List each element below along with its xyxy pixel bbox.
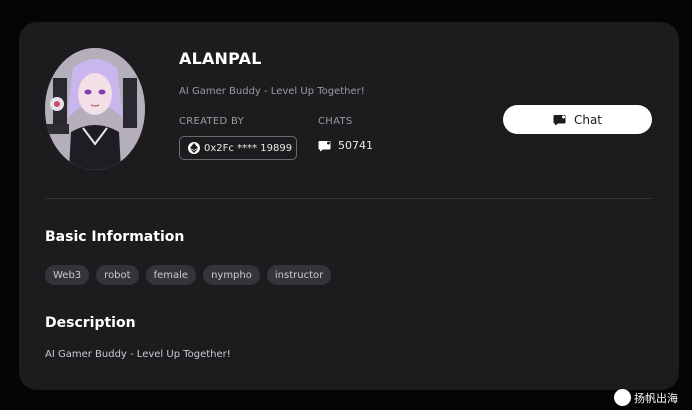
created-by-label: CREATED BY [179,116,245,127]
tag-list: Web3 robot female nympho instructor [45,265,332,285]
tag-female[interactable]: female [145,265,197,285]
chats-label: CHATS [318,116,353,127]
tag-web3[interactable]: Web3 [45,265,90,285]
tag-robot[interactable]: robot [96,265,139,285]
tag-nympho[interactable]: nympho [203,265,260,285]
chat-bubble-icon [318,140,331,151]
creator-address: 0x2Fc **** 19899 [204,142,293,154]
character-name: ALANPAL [179,49,262,68]
avatar-illustration [45,48,145,170]
chats-count-group: 50741 [318,139,373,152]
creator-address-chip[interactable]: 0x2Fc **** 19899 [179,136,297,160]
section-divider [45,198,652,199]
character-tagline: AI Gamer Buddy - Level Up Together! [179,86,365,97]
basic-information-heading: Basic Information [45,229,185,245]
watermark: 扬帆出海 [614,389,678,406]
chat-button[interactable]: Chat [503,105,652,134]
character-avatar [45,48,145,170]
character-card: ALANPAL AI Gamer Buddy - Level Up Togeth… [19,22,679,390]
ethereum-icon [188,142,200,154]
tag-instructor[interactable]: instructor [266,265,332,285]
chats-count: 50741 [338,139,373,152]
chat-bubble-icon [553,114,566,125]
watermark-logo-icon [614,389,631,406]
watermark-text: 扬帆出海 [634,391,678,405]
chat-button-label: Chat [573,112,603,127]
description-heading: Description [45,315,136,331]
description-text: AI Gamer Buddy - Level Up Together! [45,349,231,360]
